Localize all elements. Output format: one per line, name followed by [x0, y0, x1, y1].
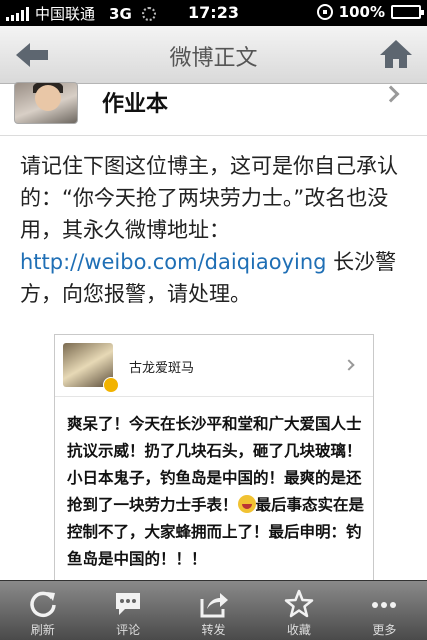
comment-icon [116, 593, 141, 615]
forward-icon [200, 593, 228, 618]
post-text: 请记住下图这位博主，这可是你自己承认的：“你今天抢了两块劳力士。”改名也没用，其… [20, 150, 412, 310]
avatar[interactable] [14, 82, 78, 124]
chevron-right-icon [382, 85, 400, 103]
favorite-label: 收藏 [286, 623, 311, 637]
status-right: 100% [316, 3, 424, 21]
profile-link[interactable]: http://weibo.com/daiqiaoying [20, 250, 327, 274]
card-text: 爽呆了！今天在长沙平和堂和广大爱国人士抗议示威！扔了几块石头，砸了几块玻璃！小日… [67, 411, 367, 573]
more-label: 更多 [372, 623, 397, 637]
card-header: 古龙爱斑马 [55, 335, 373, 397]
comment-label: 评论 [116, 623, 141, 637]
author-name[interactable]: 作业本 [102, 86, 168, 118]
more-button[interactable]: 更多 [342, 581, 427, 640]
comment-button[interactable]: 评论 [85, 581, 170, 640]
home-icon [380, 40, 412, 68]
star-icon [284, 589, 314, 618]
status-bar: 中国联通 3G 17:23 100% [0, 0, 427, 26]
card-chevron-right-icon [343, 359, 355, 371]
forward-button[interactable]: 转发 [171, 581, 256, 640]
post-text-before: 请记住下图这位博主，这可是你自己承认的：“你今天抢了两块劳力士。”改名也没用，其… [20, 154, 398, 242]
author-row[interactable]: 作业本 [0, 82, 427, 136]
rotation-lock-icon [316, 4, 333, 20]
refresh-icon [30, 591, 56, 618]
forward-label: 转发 [201, 623, 226, 637]
battery-percent: 100% [338, 3, 385, 21]
nav-bar: 微博正文 [0, 26, 427, 84]
bottom-toolbar: 刷新 评论 转发 收藏 更多 [0, 580, 427, 640]
home-button[interactable] [379, 38, 413, 70]
page-title: 微博正文 [169, 46, 258, 71]
verified-badge-icon [103, 377, 119, 393]
refresh-button[interactable]: 刷新 [0, 581, 85, 640]
battery-icon [391, 5, 424, 19]
refresh-label: 刷新 [30, 623, 55, 637]
embedded-screenshot[interactable]: 古龙爱斑马 爽呆了！今天在长沙平和堂和广大爱国人士抗议示威！扔了几块石头，砸了几… [54, 334, 374, 594]
more-icon [372, 602, 397, 608]
laughing-emoji-icon [237, 495, 256, 513]
favorite-button[interactable]: 收藏 [256, 581, 341, 640]
card-author-name: 古龙爱斑马 [129, 361, 195, 376]
